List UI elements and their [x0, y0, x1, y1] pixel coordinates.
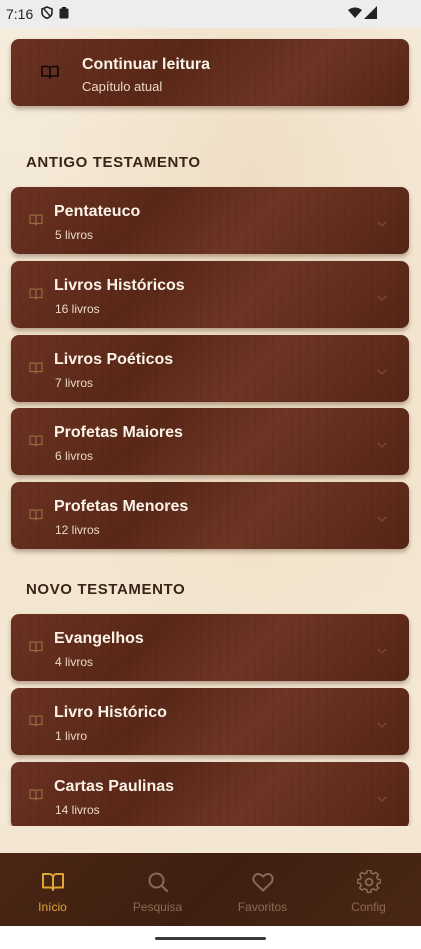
chevron-down-icon — [377, 436, 387, 448]
book-group-title: Livros Históricos — [54, 277, 185, 294]
book-open-icon — [41, 65, 59, 79]
book-group-count: 16 livros — [55, 302, 100, 316]
chevron-down-icon — [377, 363, 387, 375]
book-group-count: 7 livros — [55, 376, 94, 390]
gear-icon — [356, 870, 381, 894]
shield-icon — [41, 6, 54, 22]
book-group-card[interactable]: Pentateuco 5 livros — [11, 187, 409, 254]
section-heading-new-testament: NOVO TESTAMENTO — [26, 581, 186, 598]
book-group-title: Evangelhos — [54, 630, 144, 647]
book-open-icon — [29, 508, 43, 521]
heart-icon — [251, 873, 274, 892]
status-bar: 7:16 — [0, 0, 421, 28]
book-group-card[interactable]: Cartas Paulinas 14 livros — [11, 762, 409, 826]
book-group-count: 14 livros — [55, 803, 100, 817]
book-group-title: Profetas Menores — [54, 498, 189, 515]
book-open-icon — [29, 714, 43, 727]
book-open-icon — [29, 213, 43, 226]
signal-icon — [364, 6, 377, 22]
book-open-icon — [29, 361, 43, 374]
book-group-card[interactable]: Livros Poéticos 7 livros — [11, 335, 409, 402]
section-heading-old-testament: ANTIGO TESTAMENTO — [26, 154, 201, 171]
search-icon — [148, 872, 168, 892]
book-group-count: 1 livro — [55, 729, 88, 743]
book-group-card[interactable]: Livros Históricos 16 livros — [11, 261, 409, 328]
main-content[interactable]: Continuar leitura Capítulo atual ANTIGO … — [0, 28, 421, 826]
book-group-card[interactable]: Evangelhos 4 livros — [11, 614, 409, 681]
clipboard-icon — [59, 6, 69, 22]
book-group-title: Livros Poéticos — [54, 351, 174, 368]
book-group-card[interactable]: Livro Histórico 1 livro — [11, 688, 409, 755]
continue-reading-subtitle: Capítulo atual — [82, 79, 163, 94]
chevron-down-icon — [377, 289, 387, 301]
book-open-icon — [29, 640, 43, 653]
book-group-card[interactable]: Profetas Menores 12 livros — [11, 482, 409, 549]
book-open-icon — [41, 873, 64, 891]
chevron-down-icon — [377, 642, 387, 654]
chevron-down-icon — [377, 510, 387, 522]
nav-item-config[interactable]: Config — [316, 853, 421, 926]
continue-reading-card[interactable]: Continuar leitura Capítulo atual — [11, 39, 409, 106]
nav-item-pesquisa[interactable]: Pesquisa — [105, 853, 210, 926]
book-group-count: 4 livros — [55, 655, 94, 669]
book-group-count: 12 livros — [55, 523, 100, 537]
nav-item-favoritos[interactable]: Favoritos — [210, 853, 315, 926]
nav-item-inicio[interactable]: Início — [0, 853, 105, 926]
nav-label: Pesquisa — [132, 900, 183, 914]
continue-reading-title: Continuar leitura — [82, 56, 211, 73]
book-group-count: 6 livros — [55, 449, 94, 463]
status-right — [348, 6, 377, 22]
chevron-down-icon — [377, 215, 387, 227]
book-open-icon — [29, 434, 43, 447]
bottom-navigation: Início Pesquisa Favoritos Config — [0, 853, 421, 926]
gesture-handle[interactable] — [155, 937, 266, 940]
chevron-down-icon — [377, 716, 387, 728]
nav-label: Config — [351, 900, 386, 914]
book-group-title: Pentateuco — [54, 203, 141, 220]
system-gesture-area — [0, 926, 421, 949]
nav-label: Favoritos — [237, 900, 288, 914]
book-open-icon — [29, 287, 43, 300]
chevron-down-icon — [377, 790, 387, 802]
book-group-title: Profetas Maiores — [54, 424, 183, 441]
book-group-title: Livro Histórico — [54, 704, 167, 721]
status-time: 7:16 — [6, 6, 34, 22]
book-group-count: 5 livros — [55, 228, 94, 242]
book-open-icon — [29, 788, 43, 801]
book-group-card[interactable]: Profetas Maiores 6 livros — [11, 408, 409, 475]
nav-label: Início — [38, 900, 67, 914]
book-group-title: Cartas Paulinas — [54, 778, 175, 795]
wifi-icon — [348, 6, 362, 22]
